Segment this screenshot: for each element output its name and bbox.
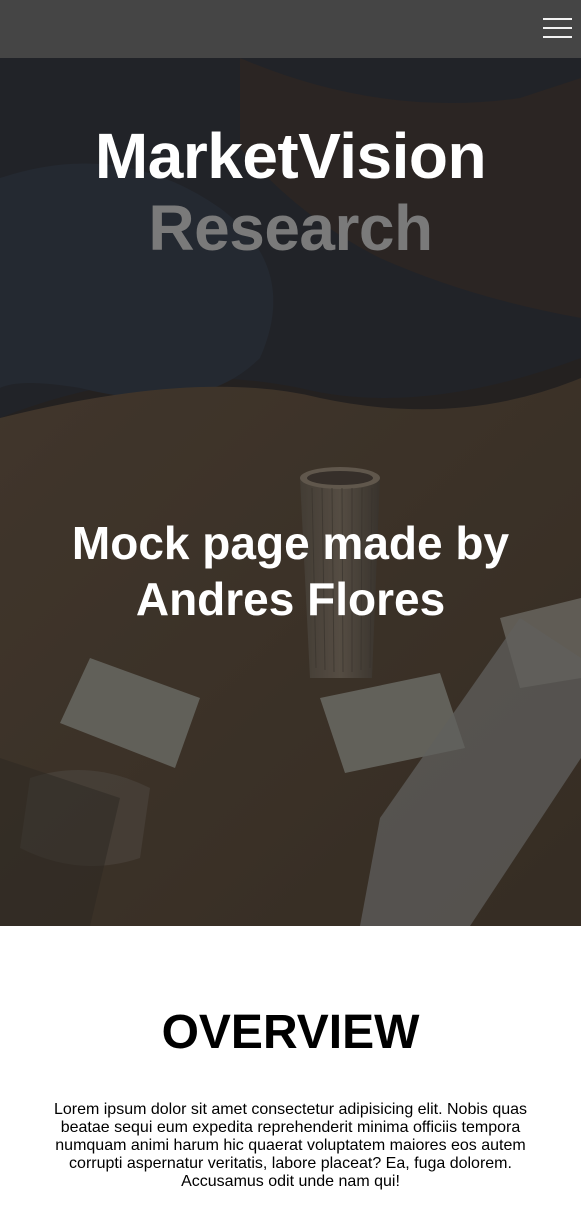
menu-bar bbox=[543, 36, 572, 38]
menu-bar bbox=[543, 18, 572, 20]
hamburger-menu-icon[interactable] bbox=[543, 16, 572, 40]
hero-tagline: Mock page made by Andres Flores bbox=[71, 517, 510, 625]
hero-section: MarketVision Research Mock page made by … bbox=[0, 58, 581, 926]
brand-title: MarketVision bbox=[94, 120, 487, 192]
menu-bar bbox=[543, 27, 572, 29]
overview-paragraph: Lorem ipsum dolor sit amet consectetur a… bbox=[53, 1101, 528, 1190]
overview-heading: OVERVIEW bbox=[161, 1006, 420, 1059]
top-navbar bbox=[0, 0, 581, 58]
brand-subtitle: Research bbox=[148, 192, 433, 264]
